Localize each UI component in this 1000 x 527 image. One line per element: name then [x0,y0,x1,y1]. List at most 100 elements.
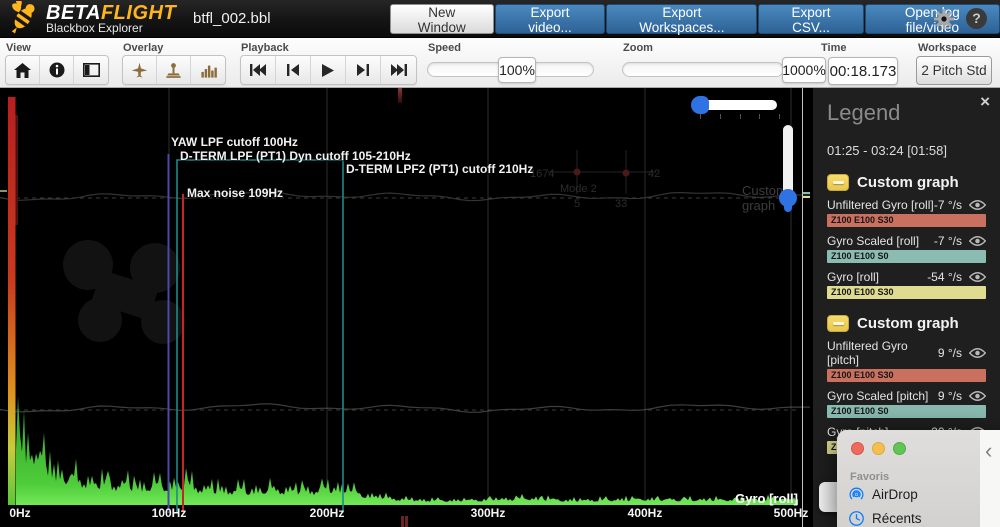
visibility-eye-icon[interactable] [969,271,986,283]
max-noise-annotation: Max noise 109Hz [187,186,284,200]
dterm-lpf-range-box [176,159,344,513]
legend-field-label[interactable]: Gyro [roll] [827,270,927,284]
playback-button-group [240,55,417,85]
analyser-zoom-x-ticks [700,114,780,119]
visibility-eye-icon[interactable] [969,199,986,211]
time-field[interactable]: 00:18.173 [828,57,898,85]
left-stick-dot [573,168,581,176]
analyser-zoom-x-thumb[interactable] [691,96,709,114]
app-header: BETAFLIGHT Blackbox Explorer btfl_002.bb… [0,0,1000,38]
legend-field-label[interactable]: Gyro Scaled [roll] [827,234,934,248]
legend-curve-settings-bar[interactable]: Z100 E100 S0 [827,405,986,418]
workspace-button[interactable]: 2 Pitch Std [916,56,992,85]
overlay-craft-button[interactable] [123,56,157,84]
playback-step-back-button[interactable] [276,56,311,84]
throttle-value: 1674 [530,168,555,180]
stick-value-right: 42 [648,168,661,180]
legend-title: Legend [827,100,901,125]
quad-silhouette [63,240,185,344]
settings-gear-icon[interactable] [933,8,955,30]
minimize-traffic-light[interactable] [872,442,885,455]
legend-graph-2-header[interactable]: Custom graph [827,315,986,332]
stick-value-1: 5 [574,198,581,210]
overlay-sticks-button[interactable] [157,56,191,84]
view-info-button[interactable] [40,56,74,84]
legend-field-value: 9 °/s [937,389,962,403]
help-icon[interactable]: ? [966,8,987,29]
analyser-zoom-y-thumb[interactable] [779,189,797,212]
legend-curve-settings-bar[interactable]: Z100 E100 S30 [827,286,986,299]
workspace-label: Workspace [918,42,977,54]
legend-curve-settings-bar[interactable]: Z100 E100 S30 [827,214,986,227]
legend-field-value: 9 °/s [937,346,962,360]
legend-graph-1-header[interactable]: Custom graph [827,174,986,191]
back-chevron-icon[interactable]: ‹ [985,438,992,464]
legend-row: Unfiltered Gyro [pitch] 9 °/s Z100 E100 … [827,339,986,382]
export-workspaces-button[interactable]: Export Workspaces... [606,4,758,35]
curve-settings-tag: Z100 E100 S0 [831,251,889,261]
betaflight-logo: BETAFLIGHT Blackbox Explorer [5,1,176,37]
spectrum-dc-spike [15,115,18,225]
skip-start-icon [250,64,266,76]
export-video-button[interactable]: Export video... [494,4,606,35]
zoom-value[interactable]: 1000% [782,57,826,83]
visibility-eye-icon[interactable] [969,235,986,247]
playback-play-button[interactable] [311,56,346,84]
speed-value[interactable]: 100% [498,57,536,83]
legend-curve-settings-bar[interactable]: Z100 E100 S30 [827,369,986,382]
visibility-eye-icon[interactable] [969,347,986,359]
skip-end-icon [390,64,407,76]
overlay-button-group [122,55,226,85]
bee-logo-icon [11,1,35,34]
legend-row: Gyro Scaled [roll] -7 °/s Z100 E100 S0 [827,234,986,263]
finder-item-label: AirDrop [872,487,918,502]
overlay-analyser-button[interactable] [191,56,225,84]
legend-field-label[interactable]: Unfiltered Gyro [pitch] [827,339,938,367]
collapse-graph-button[interactable] [827,174,849,191]
playback-skip-end-button[interactable] [381,56,416,84]
playback-skip-start-button[interactable] [241,56,276,84]
step-back-icon [287,64,299,76]
playback-position-marker-bottom-2 [405,516,408,527]
brand-name: BETAFLIGHT [46,3,176,23]
brand-text: BETAFLIGHT Blackbox Explorer [46,3,176,34]
finder-item-airdrop[interactable]: AirDrop [848,486,918,503]
playback-step-forward-button[interactable] [346,56,381,84]
playback-position-marker-bottom [401,516,404,527]
new-window-button[interactable]: New Window [390,4,494,35]
legend-field-label[interactable]: Unfiltered Gyro [roll] [827,198,934,212]
clock-icon [849,511,864,526]
zoom-traffic-light[interactable] [893,442,906,455]
play-icon [322,63,334,77]
finder-window: Favoris AirDrop Récents ‹ [837,430,1000,527]
export-csv-button[interactable]: Export CSV... [758,4,864,35]
playback-section-label: Playback [241,42,289,54]
graph-right-border [802,88,803,527]
axis-tick-500hz: 500Hz [773,506,809,520]
toolbar: View Overlay Playback Speed 100% Zoom 10… [0,38,1000,88]
joystick-icon [166,62,181,78]
spectrum-graph[interactable]: YAW LPF cutoff 100Hz D-TERM LPF (PT1) Dy… [0,88,813,527]
dterm-lpf-annotation: D-TERM LPF (PT1) Dyn cutoff 105-210Hz [180,149,411,163]
zoom-slider[interactable] [622,62,784,77]
zoom-label: Zoom [623,42,653,54]
close-traffic-light[interactable] [851,442,864,455]
legend-field-label[interactable]: Gyro Scaled [pitch] [827,389,938,403]
close-icon[interactable]: × [980,92,990,112]
analyser-zoom-y-slider[interactable] [779,125,797,212]
collapse-graph-button[interactable] [827,315,849,332]
series-label-gyro-roll: Gyro [roll] [735,491,798,506]
view-table-button[interactable] [74,56,108,84]
analyser-zoom-x-slider[interactable] [691,96,777,114]
axis-tick-100hz: 100Hz [151,506,187,520]
curve-settings-tag: Z100 E100 S30 [831,370,894,380]
dterm-lpf2-annotation: D-TERM LPF2 (PT1) cutoff 210Hz [346,162,534,176]
legend-curve-settings-bar[interactable]: Z100 E100 S0 [827,250,986,263]
table-icon [82,63,100,77]
finder-item-recents[interactable]: Récents [848,510,922,527]
visibility-eye-icon[interactable] [969,390,986,402]
legend-row: Unfiltered Gyro [roll] -7 °/s Z100 E100 … [827,198,986,227]
playback-position-marker-top [398,88,402,103]
speed-label: Speed [428,42,462,54]
view-home-button[interactable] [6,56,40,84]
